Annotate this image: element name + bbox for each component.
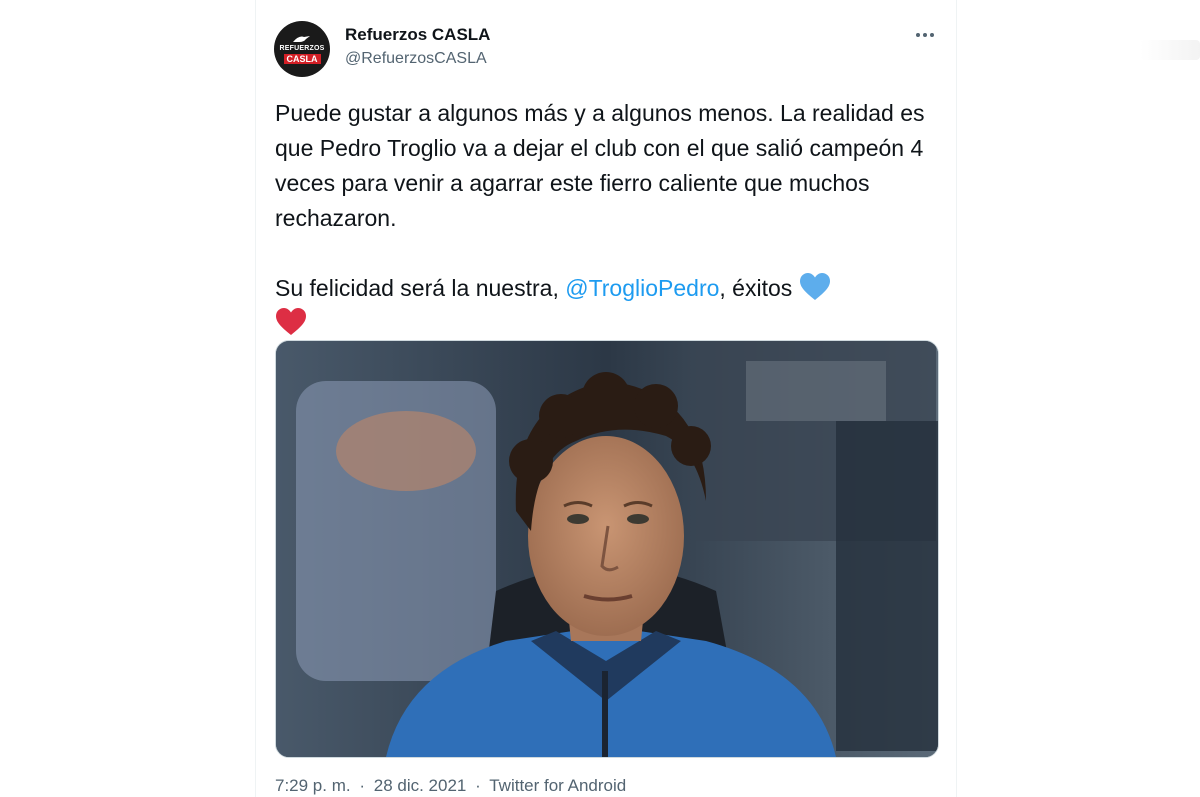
faded-sidebar-hint bbox=[1140, 40, 1200, 60]
tweet-date[interactable]: 28 dic. 2021 bbox=[374, 776, 467, 795]
avatar-logo-bottom: CASLA bbox=[283, 54, 321, 64]
tweet-metadata: 7:29 p. m. · 28 dic. 2021 · Twitter for … bbox=[275, 776, 626, 796]
meta-separator: · bbox=[359, 776, 366, 795]
user-handle[interactable]: @RefuerzosCASLA bbox=[345, 50, 487, 68]
more-options-button[interactable] bbox=[913, 25, 937, 45]
tweet-source[interactable]: Twitter for Android bbox=[489, 776, 626, 795]
tweet-card: REFUERZOS CASLA Refuerzos CASLA @Refuerz… bbox=[256, 0, 956, 797]
blue-heart-icon bbox=[799, 273, 830, 300]
right-margin bbox=[957, 0, 1200, 797]
bird-logo-icon bbox=[293, 36, 310, 42]
avatar-logo-top: REFUERZOS bbox=[279, 45, 325, 52]
tweet-paragraph-2: Su felicidad será la nuestra, @TroglioPe… bbox=[275, 271, 940, 341]
red-heart-icon bbox=[276, 308, 306, 335]
mention-link[interactable]: @TroglioPedro bbox=[565, 275, 719, 301]
tweet-time[interactable]: 7:29 p. m. bbox=[275, 776, 351, 795]
more-horizontal-icon-dot bbox=[930, 33, 934, 37]
meta-separator: · bbox=[475, 776, 481, 795]
tweet-text: Puede gustar a algunos más y a algunos m… bbox=[275, 96, 940, 341]
photo-of-man-in-blue-jacket bbox=[276, 341, 938, 757]
left-margin bbox=[0, 0, 255, 797]
paragraph-2-prefix: Su felicidad será la nuestra, bbox=[275, 275, 566, 301]
more-horizontal-icon bbox=[916, 33, 920, 37]
tweet-paragraph-1: Puede gustar a algunos más y a algunos m… bbox=[275, 100, 925, 231]
paragraph-2-suffix: , éxitos bbox=[719, 275, 799, 301]
tweet-photo[interactable] bbox=[275, 340, 939, 758]
display-name[interactable]: Refuerzos CASLA bbox=[345, 25, 490, 45]
avatar[interactable]: REFUERZOS CASLA bbox=[274, 21, 330, 77]
right-divider bbox=[956, 0, 957, 797]
more-horizontal-icon-dot bbox=[923, 33, 927, 37]
